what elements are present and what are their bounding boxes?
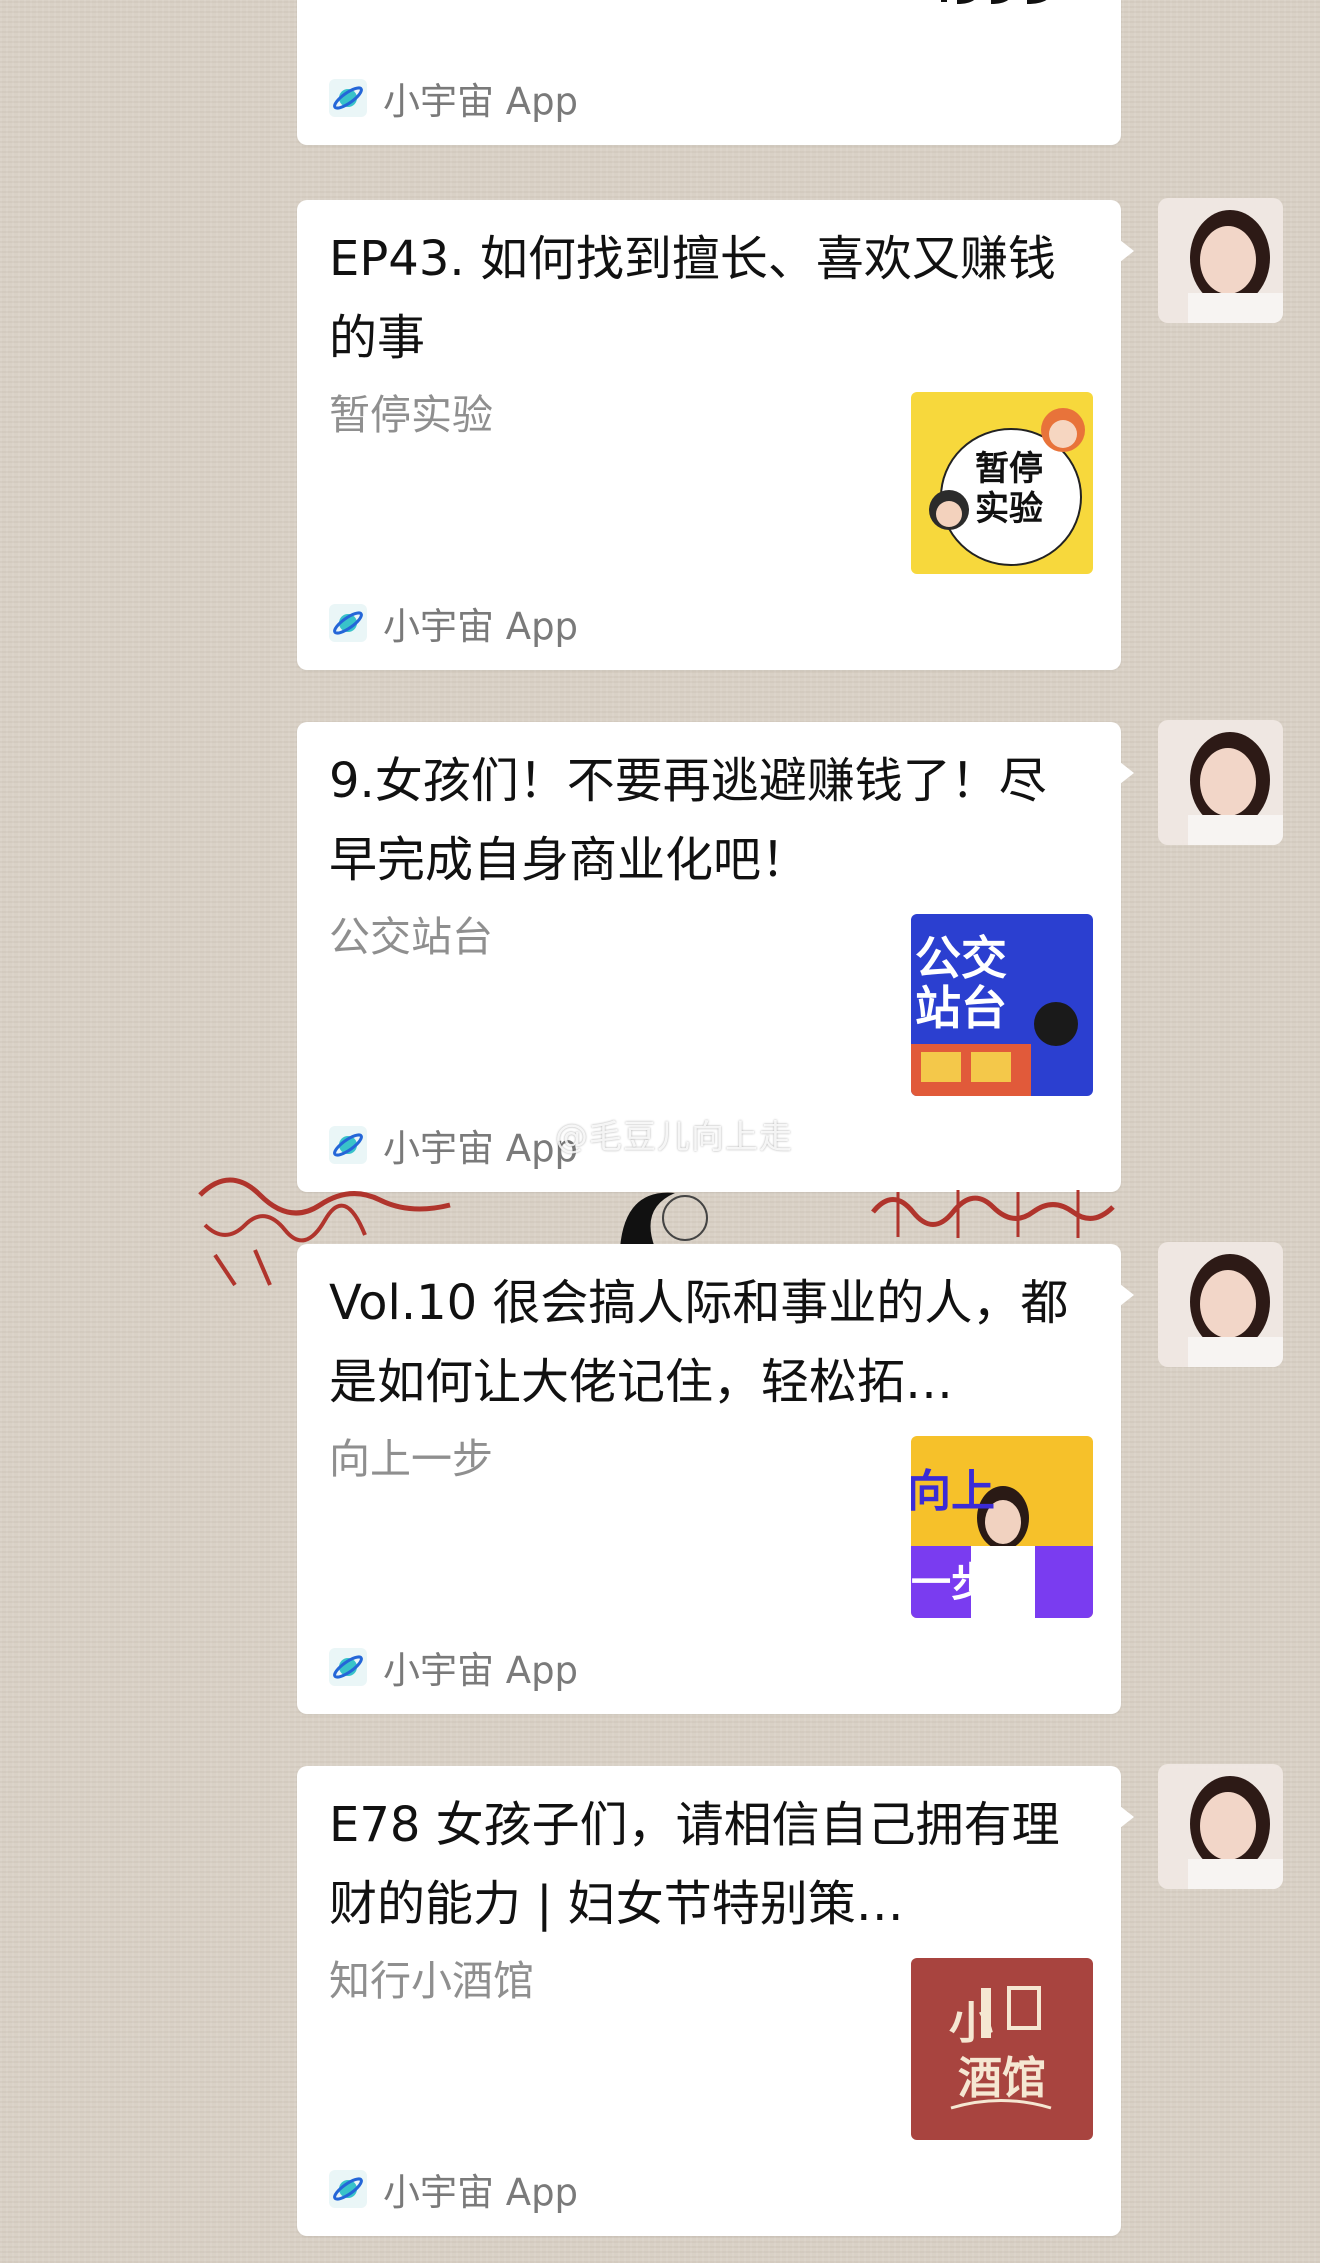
svg-text:站台: 站台	[915, 981, 1007, 1035]
source-row: 小宇宙 App	[329, 2164, 578, 2214]
shared-link-card[interactable]: 小宇宙 App	[297, 0, 1121, 145]
svg-text:暂停: 暂停	[975, 449, 1043, 489]
xiaoyuzhou-planet-icon	[329, 604, 367, 642]
xiaoyuzhou-planet-icon	[329, 1648, 367, 1686]
xiaoyuzhou-planet-icon	[329, 2170, 367, 2208]
user-avatar[interactable]	[1158, 198, 1283, 323]
svg-text:小: 小	[949, 1998, 993, 2049]
podcast-name: 知行小酒馆	[329, 1957, 534, 2005]
red-calligraphy-stamp	[871, 1190, 1115, 1238]
source-row: 小宇宙 App	[329, 598, 578, 648]
podcast-name: 公交站台	[329, 913, 493, 961]
episode-title: EP43. 如何找到擅长、喜欢又赚钱的事	[329, 231, 1056, 366]
xiaoyuzhou-planet-icon	[329, 79, 367, 117]
shared-link-card[interactable]: EP43. 如何找到擅长、喜欢又赚钱的事 暂停实验 暂停 实验 小宇宙 App	[297, 200, 1134, 670]
svg-text:公交: 公交	[915, 931, 1007, 985]
episode-title: 9.女孩们！不要再逃避赚钱了！尽早完成自身商业化吧！	[329, 753, 1047, 888]
svg-text:实验: 实验	[975, 489, 1043, 529]
podcast-cover-zanting-shiyan: 暂停 实验	[911, 392, 1093, 574]
svg-text:一步: 一步	[911, 1560, 991, 1606]
source-label: 小宇宙 App	[383, 1649, 579, 1692]
podcast-name: 向上一步	[329, 1435, 493, 1483]
podcast-cover-xiangshang-yibu: 向上 一步	[911, 1436, 1093, 1618]
source-label: 小宇宙 App	[383, 605, 579, 648]
weibo-watermark: @毛豆儿向上走	[555, 1117, 793, 1156]
source-label: 小宇宙 App	[383, 2171, 579, 2214]
source-label: 小宇宙 App	[383, 80, 579, 123]
user-avatar[interactable]	[1158, 1242, 1283, 1367]
user-avatar[interactable]	[1158, 1764, 1283, 1889]
episode-title: Vol.10 很会搞人际和事业的人，都是如何让大佬记住，轻松拓…	[329, 1275, 1069, 1410]
svg-text:酒馆: 酒馆	[958, 2053, 1046, 2104]
podcast-name: 暂停实验	[329, 391, 493, 439]
svg-text:向上: 向上	[911, 1466, 995, 1517]
podcast-cover-partial	[935, 0, 1075, 10]
episode-title: E78 女孩子们，请相信自己拥有理财的能力 | 妇女节特别策…	[329, 1797, 1060, 1932]
podcast-cover-zhixing-xiaojiuguan: 小 酒馆	[911, 1958, 1093, 2140]
source-row: 小宇宙 App	[329, 1642, 578, 1692]
source-row: 小宇宙 App	[329, 73, 578, 123]
shared-link-card[interactable]: E78 女孩子们，请相信自己拥有理财的能力 | 妇女节特别策… 知行小酒馆 小 …	[297, 1766, 1134, 2236]
podcast-cover-gongjiao-zhantai: 公交 站台	[911, 914, 1093, 1096]
shared-link-card[interactable]: Vol.10 很会搞人际和事业的人，都是如何让大佬记住，轻松拓… 向上一步 向上…	[297, 1244, 1134, 1714]
user-avatar[interactable]	[1158, 720, 1283, 845]
chat-history[interactable]: 小宇宙 App EP43. 如何找到擅长、喜欢又赚钱的事 暂停实验 暂停 实验 …	[0, 0, 1320, 2263]
